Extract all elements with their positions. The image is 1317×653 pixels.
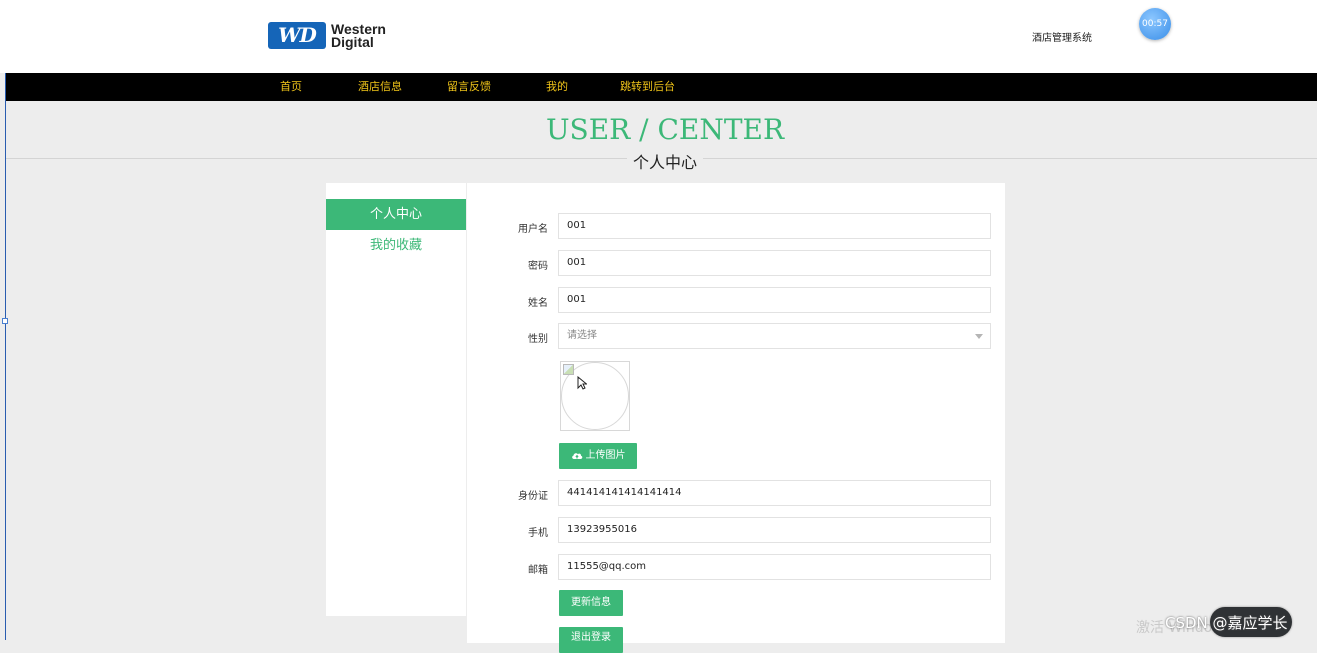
selection-handle[interactable] <box>2 318 8 324</box>
brand-logo[interactable]: WD Western Digital <box>268 22 386 49</box>
email-label: 邮箱 <box>528 565 548 576</box>
id-card-label: 身份证 <box>518 491 548 502</box>
sidebar-item-profile[interactable]: 个人中心 <box>326 199 466 230</box>
nav-item-mine[interactable]: 我的 <box>546 73 568 101</box>
upload-image-label: 上传图片 <box>585 450 626 461</box>
password-label: 密码 <box>528 261 548 272</box>
logo-badge: WD <box>268 22 326 49</box>
sidebar-item-favorites[interactable]: 我的收藏 <box>326 230 466 261</box>
name-label: 姓名 <box>528 298 548 309</box>
id-card-field[interactable]: 441414141414141414 <box>558 480 991 506</box>
clock-badge[interactable]: 00:57 <box>1139 8 1171 40</box>
nav-item-home[interactable]: 首页 <box>280 73 302 101</box>
phone-field[interactable]: 13923955016 <box>558 517 991 543</box>
update-info-button[interactable]: 更新信息 <box>559 590 623 616</box>
site-title: 酒店管理系统 <box>1032 33 1092 44</box>
password-field[interactable]: 001 <box>558 250 991 276</box>
chevron-down-icon <box>975 334 983 339</box>
mouse-cursor-icon <box>577 376 587 390</box>
main-nav: 首页 酒店信息 留言反馈 我的 跳转到后台 <box>6 73 1317 101</box>
nav-item-hotel-info[interactable]: 酒店信息 <box>358 73 402 101</box>
site-header: WD Western Digital 酒店管理系统 00:57 <box>0 0 1317 73</box>
nav-item-admin[interactable]: 跳转到后台 <box>620 73 675 101</box>
logo-wordmark: Western Digital <box>331 22 386 50</box>
gender-label: 性别 <box>528 334 548 345</box>
page-title-cn: 个人中心 <box>627 149 704 173</box>
logout-button[interactable]: 退出登录 <box>559 627 623 653</box>
phone-label: 手机 <box>528 528 548 539</box>
avatar-preview[interactable] <box>560 361 630 431</box>
logo-line-2: Digital <box>331 33 374 50</box>
csdn-watermark: CSDN @嘉应学长 <box>1165 614 1288 632</box>
username-field[interactable]: 001 <box>558 213 991 239</box>
user-sidebar: 个人中心 我的收藏 <box>326 183 466 616</box>
username-label: 用户名 <box>518 224 548 235</box>
cloud-upload-icon <box>571 453 582 459</box>
broken-image-icon <box>563 364 574 375</box>
page-title-en: USER / CENTER <box>545 113 785 146</box>
upload-image-button[interactable]: 上传图片 <box>559 443 637 469</box>
gender-select-placeholder: 请选择 <box>567 330 597 341</box>
email-field[interactable]: 11555@qq.com <box>558 554 991 580</box>
gender-select[interactable]: 请选择 <box>558 323 991 349</box>
name-field[interactable]: 001 <box>558 287 991 313</box>
nav-item-feedback[interactable]: 留言反馈 <box>447 73 491 101</box>
